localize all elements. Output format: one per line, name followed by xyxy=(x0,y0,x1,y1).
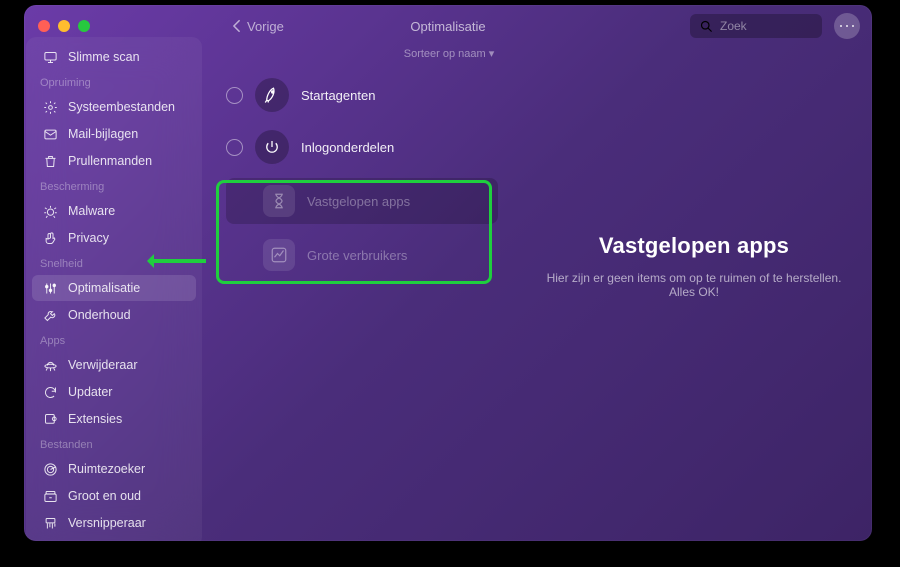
sidebar-section-apps: Apps xyxy=(30,329,198,351)
search-input[interactable] xyxy=(720,19,812,33)
search-box[interactable] xyxy=(690,14,822,38)
sidebar-item-label: Privacy xyxy=(68,231,109,245)
maximize-window[interactable] xyxy=(78,20,90,32)
sidebar-item-label: Onderhoud xyxy=(68,308,131,322)
puzzle-icon xyxy=(42,411,58,427)
sidebar-item-space-lens[interactable]: Ruimtezoeker xyxy=(32,456,196,482)
sidebar-item-maintenance[interactable]: Onderhoud xyxy=(32,302,196,328)
sidebar-item-system-files[interactable]: Systeembestanden xyxy=(32,94,196,120)
sidebar-item-large-old[interactable]: Groot en oud xyxy=(32,483,196,509)
radio-unchecked[interactable] xyxy=(226,87,243,104)
search-icon xyxy=(700,20,712,32)
detail-subtitle: Hier zijn er geen items om op te ruimen … xyxy=(540,271,848,299)
sidebar-item-label: Prullenmanden xyxy=(68,154,152,168)
sidebar-section-cleanup: Opruiming xyxy=(30,71,198,93)
category-label: Grote verbruikers xyxy=(307,248,407,263)
sidebar-section-speed: Snelheid xyxy=(30,252,198,274)
sidebar: Slimme scan Opruiming Systeembestanden M… xyxy=(26,37,202,541)
sidebar-item-label: Optimalisatie xyxy=(68,281,140,295)
hand-icon xyxy=(42,230,58,246)
sidebar-item-label: Mail-bijlagen xyxy=(68,127,138,141)
category-list: Startagenten Inlogonderdelen Vastgelopen… xyxy=(226,74,498,276)
chart-icon xyxy=(263,239,295,271)
trash-icon xyxy=(42,153,58,169)
back-label: Vorige xyxy=(247,19,284,34)
sidebar-item-malware[interactable]: Malware xyxy=(32,198,196,224)
sidebar-item-label: Updater xyxy=(68,385,112,399)
mail-icon xyxy=(42,126,58,142)
category-heavy-consumers[interactable]: Grote verbruikers xyxy=(226,234,498,276)
category-hung-apps[interactable]: Vastgelopen apps xyxy=(226,178,498,224)
sidebar-item-label: Verwijderaar xyxy=(68,358,137,372)
sidebar-item-mail-attachments[interactable]: Mail-bijlagen xyxy=(32,121,196,147)
power-icon xyxy=(255,130,289,164)
annotation-arrow xyxy=(150,259,206,263)
sidebar-item-label: Systeembestanden xyxy=(68,100,175,114)
category-label: Startagenten xyxy=(301,88,375,103)
archive-icon xyxy=(42,488,58,504)
detail-title: Vastgelopen apps xyxy=(540,233,848,259)
sidebar-item-trash-bins[interactable]: Prullenmanden xyxy=(32,148,196,174)
sort-control[interactable]: Sorteer op naam ▾ xyxy=(26,47,872,60)
sidebar-item-label: Versnipperaar xyxy=(68,516,146,530)
bug-icon xyxy=(42,203,58,219)
main-content: Sorteer op naam ▾ Startagenten Inlogonde… xyxy=(210,47,872,541)
sidebar-item-label: Ruimtezoeker xyxy=(68,462,145,476)
sidebar-item-label: Extensies xyxy=(68,412,122,426)
refresh-icon xyxy=(42,384,58,400)
rocket-icon xyxy=(255,78,289,112)
sidebar-item-shredder[interactable]: Versnipperaar xyxy=(32,510,196,536)
minimize-window[interactable] xyxy=(58,20,70,32)
detail-panel: Vastgelopen apps Hier zijn er geen items… xyxy=(540,233,848,299)
close-window[interactable] xyxy=(38,20,50,32)
sidebar-section-files: Bestanden xyxy=(30,433,198,455)
gear-icon xyxy=(42,99,58,115)
chevron-down-icon: ▾ xyxy=(489,48,495,60)
wrench-icon xyxy=(42,307,58,323)
sidebar-item-privacy[interactable]: Privacy xyxy=(32,225,196,251)
category-label: Vastgelopen apps xyxy=(307,194,410,209)
shredder-icon xyxy=(42,515,58,531)
sidebar-item-label: Groot en oud xyxy=(68,489,141,503)
ufo-icon xyxy=(42,357,58,373)
window-controls xyxy=(38,20,90,32)
back-button[interactable]: Vorige xyxy=(232,19,284,34)
sidebar-item-updater[interactable]: Updater xyxy=(32,379,196,405)
hourglass-icon xyxy=(263,185,295,217)
category-launch-agents[interactable]: Startagenten xyxy=(226,74,498,116)
radio-unchecked[interactable] xyxy=(226,139,243,156)
chevron-left-icon xyxy=(232,19,241,33)
sidebar-section-protection: Bescherming xyxy=(30,175,198,197)
sidebar-item-extensions[interactable]: Extensies xyxy=(32,406,196,432)
category-label: Inlogonderdelen xyxy=(301,140,394,155)
sliders-icon xyxy=(42,280,58,296)
sidebar-item-optimization[interactable]: Optimalisatie xyxy=(32,275,196,301)
sidebar-item-uninstaller[interactable]: Verwijderaar xyxy=(32,352,196,378)
app-window: Vorige Optimalisatie ⋯ Slimme scan Oprui… xyxy=(24,5,872,541)
account-avatar[interactable]: ⋯ xyxy=(834,13,860,39)
radar-icon xyxy=(42,461,58,477)
category-login-items[interactable]: Inlogonderdelen xyxy=(226,126,498,168)
sidebar-item-label: Malware xyxy=(68,204,115,218)
